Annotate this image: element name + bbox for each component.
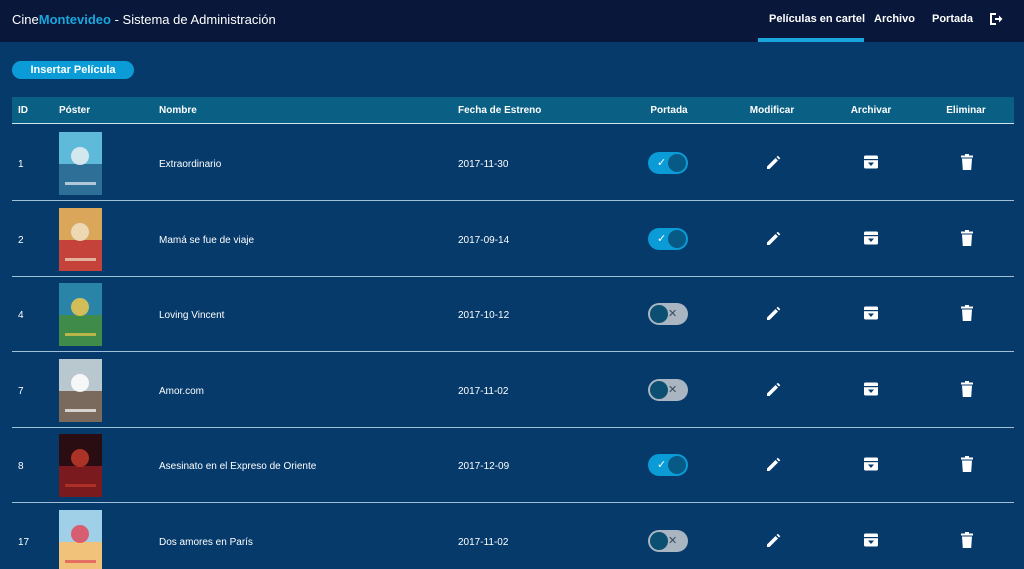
row-release-date: 2017-09-14	[458, 235, 510, 246]
check-icon: ✓	[657, 157, 667, 169]
row-id: 7	[18, 386, 24, 397]
nav-active-indicator	[758, 38, 864, 42]
pencil-icon[interactable]	[765, 155, 781, 171]
column-header-eliminar: Eliminar	[946, 105, 986, 116]
portada-toggle[interactable]: ✕	[648, 379, 688, 401]
brand-title[interactable]: CineMontevideo - Sistema de Administraci…	[12, 12, 276, 27]
pencil-icon[interactable]	[765, 533, 781, 549]
row-release-date: 2017-11-02	[458, 537, 509, 548]
portada-toggle[interactable]: ✓	[648, 228, 688, 250]
brand-part-montevideo: Montevideo	[38, 12, 111, 27]
top-navbar: CineMontevideo - Sistema de Administraci…	[0, 0, 1024, 42]
row-movie-name: Dos amores en París	[159, 537, 253, 548]
movie-poster	[59, 208, 102, 271]
nav-peliculas-en-cartel[interactable]: Películas en cartel	[769, 13, 865, 25]
nav-portada[interactable]: Portada	[932, 13, 973, 25]
pencil-icon[interactable]	[765, 231, 781, 247]
row-movie-name: Asesinato en el Expreso de Oriente	[159, 461, 317, 472]
x-icon: ✕	[668, 535, 678, 547]
brand-subtitle: - Sistema de Administración	[110, 12, 276, 27]
toggle-knob	[650, 381, 668, 399]
nav-archivo[interactable]: Archivo	[874, 13, 915, 25]
pencil-icon[interactable]	[765, 382, 781, 398]
column-header-archivar: Archivar	[850, 105, 892, 116]
toggle-knob	[650, 532, 668, 550]
table-row: 7 Amor.com 2017-11-02 ✕	[12, 352, 1014, 428]
row-id: 2	[18, 235, 24, 246]
row-release-date: 2017-11-02	[458, 386, 509, 397]
row-release-date: 2017-12-09	[458, 461, 510, 472]
row-release-date: 2017-11-30	[458, 159, 509, 170]
table-row: 2 Mamá se fue de viaje 2017-09-14 ✓	[12, 201, 1014, 277]
archive-box-icon[interactable]	[863, 305, 879, 321]
insert-movie-button[interactable]: Insertar Película	[12, 61, 134, 79]
row-id: 8	[18, 461, 24, 472]
row-movie-name: Extraordinario	[159, 159, 222, 170]
trash-icon[interactable]	[960, 532, 974, 548]
trash-icon[interactable]	[960, 456, 974, 472]
pencil-icon[interactable]	[765, 457, 781, 473]
archive-box-icon[interactable]	[863, 532, 879, 548]
trash-icon[interactable]	[960, 230, 974, 246]
logout-icon[interactable]	[989, 12, 1003, 26]
table-row: 17 Dos amores en París 2017-11-02 ✕	[12, 503, 1014, 569]
row-id: 4	[18, 310, 24, 321]
row-movie-name: Amor.com	[159, 386, 205, 397]
check-icon: ✓	[657, 233, 667, 245]
x-icon: ✕	[668, 308, 678, 320]
movie-poster	[59, 359, 102, 422]
row-id: 17	[18, 537, 30, 548]
column-header-id: ID	[18, 105, 28, 116]
archive-box-icon[interactable]	[863, 230, 879, 246]
movie-poster	[59, 132, 102, 195]
row-movie-name: Mamá se fue de viaje	[159, 235, 255, 246]
table-row: 1 Extraordinario 2017-11-30 ✓	[12, 125, 1014, 201]
column-header-modificar: Modificar	[749, 105, 795, 116]
check-icon: ✓	[657, 459, 667, 471]
table-header: ID Póster Nombre Fecha de Estreno Portad…	[12, 97, 1014, 124]
archive-box-icon[interactable]	[863, 456, 879, 472]
toggle-knob	[668, 154, 686, 172]
x-icon: ✕	[668, 384, 678, 396]
portada-toggle[interactable]: ✓	[648, 454, 688, 476]
toggle-knob	[668, 456, 686, 474]
column-header-poster: Póster	[59, 105, 91, 116]
column-header-nombre: Nombre	[159, 105, 197, 116]
toggle-knob	[650, 305, 668, 323]
table-row: 8 Asesinato en el Expreso de Oriente 201…	[12, 427, 1014, 503]
row-movie-name: Loving Vincent	[159, 310, 225, 321]
table-row: 4 Loving Vincent 2017-10-12 ✕	[12, 276, 1014, 352]
portada-toggle[interactable]: ✕	[648, 303, 688, 325]
movie-poster	[59, 283, 102, 346]
portada-toggle[interactable]: ✓	[648, 152, 688, 174]
trash-icon[interactable]	[960, 381, 974, 397]
row-id: 1	[18, 159, 24, 170]
movie-poster	[59, 510, 102, 569]
archive-box-icon[interactable]	[863, 381, 879, 397]
brand-part-cine: Cine	[12, 12, 39, 27]
archive-box-icon[interactable]	[863, 154, 879, 170]
trash-icon[interactable]	[960, 154, 974, 170]
toggle-knob	[668, 230, 686, 248]
portada-toggle[interactable]: ✕	[648, 530, 688, 552]
column-header-portada: Portada	[650, 105, 688, 116]
row-release-date: 2017-10-12	[458, 310, 510, 321]
trash-icon[interactable]	[960, 305, 974, 321]
pencil-icon[interactable]	[765, 306, 781, 322]
movie-poster	[59, 434, 102, 497]
column-header-fecha: Fecha de Estreno	[458, 105, 542, 116]
